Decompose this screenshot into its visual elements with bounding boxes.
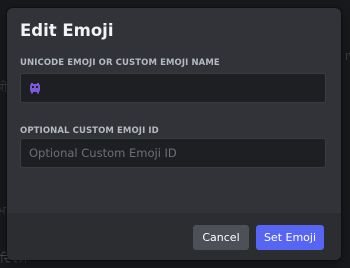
set-emoji-button[interactable]: Set Emoji [256,225,324,250]
background-text: r [345,49,350,63]
emoji-id-field[interactable] [20,138,326,168]
cancel-button[interactable]: Cancel [193,225,249,250]
emoji-name-label: UNICODE EMOJI OR CUSTOM EMOJI NAME [20,58,220,68]
emoji-name-field[interactable] [20,73,326,103]
dialog-footer: Cancel Set Emoji [7,213,341,260]
emoji-name-input[interactable] [21,74,325,102]
edit-emoji-dialog: Edit Emoji UNICODE EMOJI OR CUSTOM EMOJI… [7,8,341,260]
dialog-title: Edit Emoji [20,21,114,40]
emoji-id-input[interactable] [21,139,325,167]
background-text: ਮ [0,203,6,217]
emoji-id-label: OPTIONAL CUSTOM EMOJI ID [20,126,159,136]
